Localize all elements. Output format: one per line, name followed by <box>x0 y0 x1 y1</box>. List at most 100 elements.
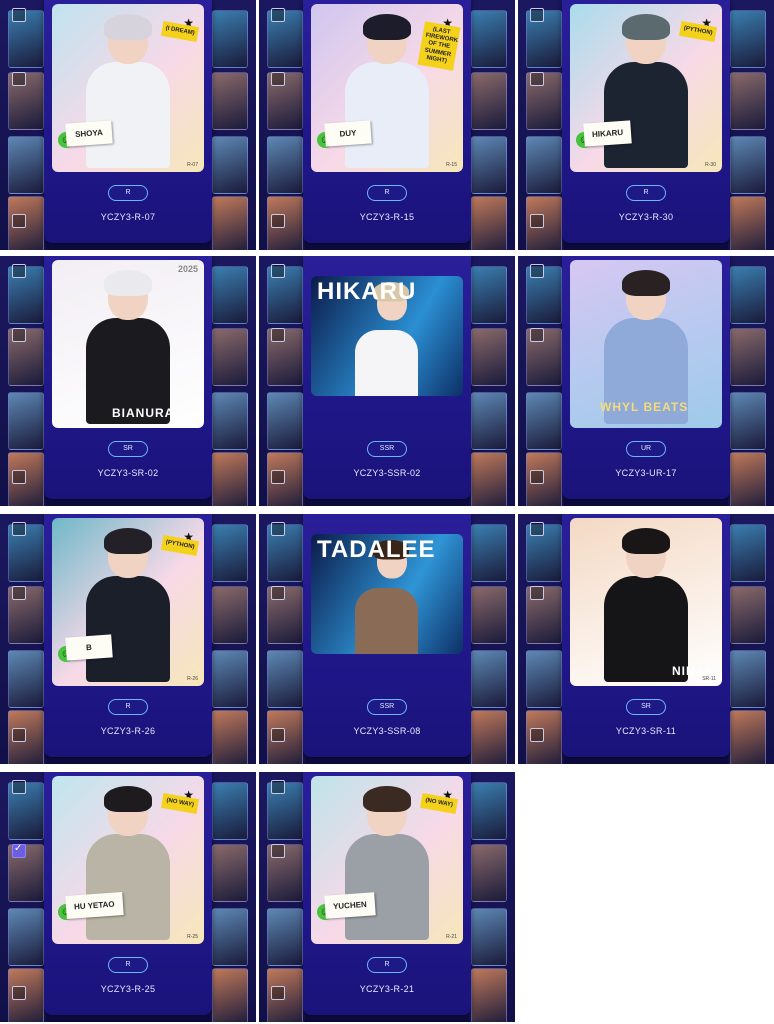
photo-card[interactable]: ★(I DREAM)☺SHOYAR-07 <box>52 4 204 172</box>
photo-card[interactable]: ★(PYTHON)☺BR-26 <box>52 518 204 686</box>
select-checkbox[interactable] <box>271 522 285 536</box>
photo-card[interactable]: ★(PYTHON)☺HIKARUR-30 <box>570 4 722 172</box>
select-checkbox[interactable] <box>530 8 544 22</box>
neighbor-card-thumbnail[interactable] <box>8 392 44 450</box>
select-checkbox[interactable] <box>530 72 544 86</box>
select-checkbox[interactable] <box>271 214 285 228</box>
select-checkbox[interactable] <box>12 264 26 278</box>
select-checkbox[interactable] <box>530 470 544 484</box>
select-checkbox[interactable] <box>271 328 285 342</box>
neighbor-card-thumbnail[interactable] <box>471 196 507 250</box>
select-checkbox[interactable] <box>12 780 26 794</box>
photo-card[interactable]: HIKARU <box>311 276 463 396</box>
neighbor-card-thumbnail[interactable] <box>267 136 303 194</box>
card-code-label: YCZY3-R-25 <box>100 984 156 994</box>
neighbor-card-thumbnail[interactable] <box>471 524 507 582</box>
neighbor-card-thumbnail[interactable] <box>730 136 766 194</box>
select-checkbox[interactable] <box>271 844 285 858</box>
select-checkbox[interactable] <box>530 214 544 228</box>
neighbor-card-thumbnail[interactable] <box>526 136 562 194</box>
neighbor-card-thumbnail[interactable] <box>8 136 44 194</box>
neighbor-card-thumbnail[interactable] <box>471 782 507 840</box>
neighbor-card-thumbnail[interactable] <box>212 452 248 506</box>
select-checkbox[interactable] <box>12 214 26 228</box>
select-checkbox[interactable] <box>530 264 544 278</box>
neighbor-card-thumbnail[interactable] <box>212 266 248 324</box>
neighbor-card-thumbnail[interactable] <box>212 782 248 840</box>
select-checkbox[interactable] <box>271 586 285 600</box>
neighbor-card-thumbnail[interactable] <box>8 908 44 966</box>
neighbor-card-thumbnail[interactable] <box>212 328 248 386</box>
neighbor-card-thumbnail[interactable] <box>212 10 248 68</box>
neighbor-card-thumbnail[interactable] <box>471 908 507 966</box>
neighbor-card-thumbnail[interactable] <box>730 452 766 506</box>
neighbor-card-thumbnail[interactable] <box>730 10 766 68</box>
photo-card[interactable]: BIANURA 2025 <box>52 260 204 428</box>
neighbor-card-thumbnail[interactable] <box>471 650 507 708</box>
neighbor-card-thumbnail[interactable] <box>730 266 766 324</box>
neighbor-card-thumbnail[interactable] <box>212 968 248 1022</box>
neighbor-card-thumbnail[interactable] <box>730 196 766 250</box>
neighbor-card-thumbnail[interactable] <box>471 266 507 324</box>
select-checkbox[interactable] <box>271 780 285 794</box>
neighbor-card-thumbnail[interactable] <box>212 650 248 708</box>
neighbor-card-thumbnail[interactable] <box>526 650 562 708</box>
neighbor-card-thumbnail[interactable] <box>471 710 507 764</box>
select-checkbox[interactable] <box>530 522 544 536</box>
select-checkbox[interactable] <box>271 728 285 742</box>
neighbor-card-thumbnail[interactable] <box>471 844 507 902</box>
select-checkbox[interactable] <box>12 843 26 858</box>
neighbor-card-thumbnail[interactable] <box>212 524 248 582</box>
neighbor-card-thumbnail[interactable] <box>212 72 248 130</box>
select-checkbox[interactable] <box>12 8 26 22</box>
select-checkbox[interactable] <box>271 8 285 22</box>
neighbor-card-thumbnail[interactable] <box>471 968 507 1022</box>
neighbor-card-thumbnail[interactable] <box>212 392 248 450</box>
neighbor-card-thumbnail[interactable] <box>267 650 303 708</box>
neighbor-card-thumbnail[interactable] <box>471 328 507 386</box>
neighbor-card-thumbnail[interactable] <box>730 710 766 764</box>
neighbor-card-thumbnail[interactable] <box>8 650 44 708</box>
select-checkbox[interactable] <box>530 728 544 742</box>
neighbor-card-thumbnail[interactable] <box>730 392 766 450</box>
neighbor-card-thumbnail[interactable] <box>267 392 303 450</box>
select-checkbox[interactable] <box>12 586 26 600</box>
photo-card[interactable]: ★(LAST FIREWORK OF THE SUMMER NIGHT)☺DUY… <box>311 4 463 172</box>
neighbor-card-thumbnail[interactable] <box>730 328 766 386</box>
neighbor-card-thumbnail[interactable] <box>471 586 507 644</box>
neighbor-card-thumbnail[interactable] <box>730 650 766 708</box>
neighbor-card-thumbnail[interactable] <box>526 392 562 450</box>
select-checkbox[interactable] <box>271 986 285 1000</box>
select-checkbox[interactable] <box>530 328 544 342</box>
select-checkbox[interactable] <box>530 586 544 600</box>
neighbor-card-thumbnail[interactable] <box>471 452 507 506</box>
photo-card[interactable]: ★(NO WAY)☺YUCHENR-21 <box>311 776 463 944</box>
neighbor-card-thumbnail[interactable] <box>730 586 766 644</box>
neighbor-card-thumbnail[interactable] <box>212 136 248 194</box>
select-checkbox[interactable] <box>271 470 285 484</box>
select-checkbox[interactable] <box>12 986 26 1000</box>
select-checkbox[interactable] <box>271 72 285 86</box>
neighbor-card-thumbnail[interactable] <box>471 136 507 194</box>
neighbor-card-thumbnail[interactable] <box>212 196 248 250</box>
neighbor-card-thumbnail[interactable] <box>212 710 248 764</box>
select-checkbox[interactable] <box>12 522 26 536</box>
neighbor-card-thumbnail[interactable] <box>212 908 248 966</box>
neighbor-card-thumbnail[interactable] <box>267 908 303 966</box>
select-checkbox[interactable] <box>12 728 26 742</box>
neighbor-card-thumbnail[interactable] <box>730 72 766 130</box>
select-checkbox[interactable] <box>12 328 26 342</box>
photo-card[interactable]: TADALEE <box>311 534 463 654</box>
photo-card[interactable]: WHYL BEATS <box>570 260 722 428</box>
photo-card[interactable]: ★(NO WAY)☺HU YETAOR-25 <box>52 776 204 944</box>
neighbor-card-thumbnail[interactable] <box>471 10 507 68</box>
neighbor-card-thumbnail[interactable] <box>730 524 766 582</box>
select-checkbox[interactable] <box>12 470 26 484</box>
neighbor-card-thumbnail[interactable] <box>471 392 507 450</box>
neighbor-card-thumbnail[interactable] <box>471 72 507 130</box>
neighbor-card-thumbnail[interactable] <box>212 586 248 644</box>
neighbor-card-thumbnail[interactable] <box>212 844 248 902</box>
photo-card[interactable]: NINJA SR-11 <box>570 518 722 686</box>
select-checkbox[interactable] <box>12 72 26 86</box>
select-checkbox[interactable] <box>271 264 285 278</box>
